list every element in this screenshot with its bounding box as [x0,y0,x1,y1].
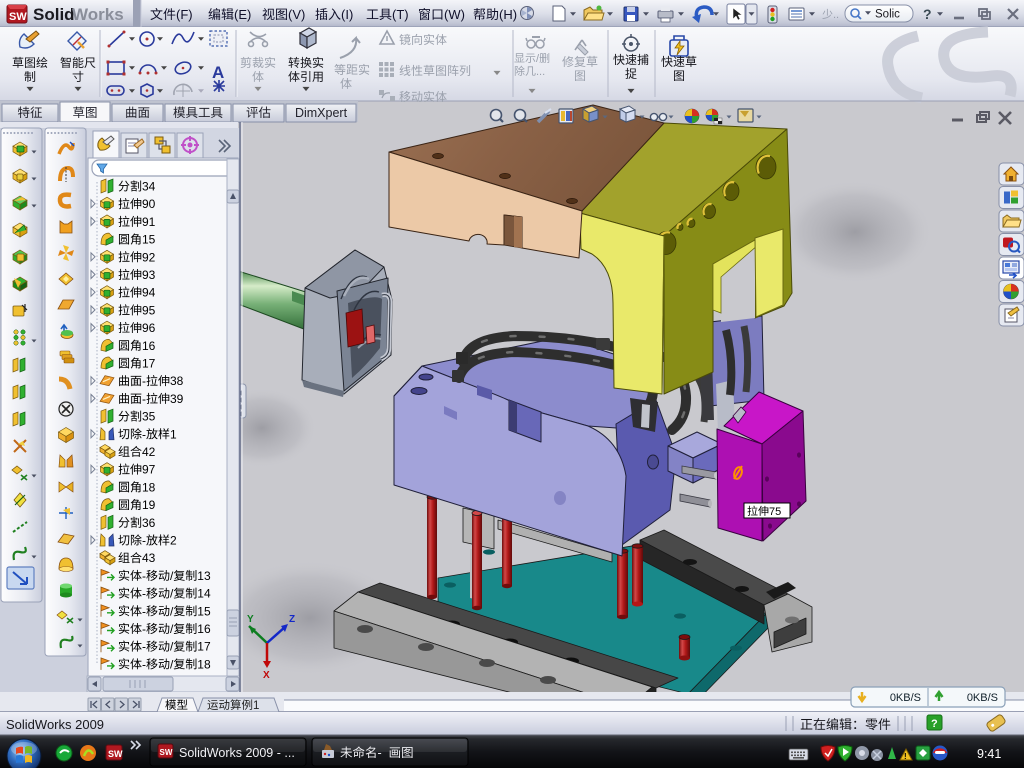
svg-text:90: 90 [142,197,156,211]
svg-text:-: - [142,374,146,388]
svg-text:43: 43 [142,551,156,565]
svg-text:97: 97 [142,463,156,477]
svg-text:96: 96 [142,321,156,335]
svg-text:15: 15 [197,604,211,618]
svg-text:SolidWorks 2009 - ...: SolidWorks 2009 - ... [179,746,295,760]
svg-text:38: 38 [170,374,184,388]
svg-text:92: 92 [142,250,156,264]
svg-text:-: - [142,640,146,654]
svg-text:Works: Works [72,5,124,24]
svg-text:-: - [378,746,382,760]
svg-text:(W): (W) [444,7,465,22]
svg-text:19: 19 [142,498,156,512]
svg-text:17: 17 [142,357,156,371]
svg-text:?: ? [923,6,932,22]
svg-text:34: 34 [142,180,156,194]
svg-text:(H): (H) [499,7,517,22]
svg-text:39: 39 [170,392,184,406]
svg-text:75: 75 [769,506,781,518]
svg-text:91: 91 [142,215,156,229]
svg-text:!: ! [904,752,907,761]
svg-text:(I): (I) [341,7,353,22]
svg-text:-: - [142,657,146,671]
svg-text:9:41: 9:41 [977,747,1001,761]
svg-text:95: 95 [142,303,156,317]
svg-text:Solic: Solic [875,9,900,21]
svg-text:0KB/S: 0KB/S [890,692,921,704]
svg-text:93: 93 [142,268,156,282]
svg-text:?: ? [931,718,938,730]
svg-text:(F): (F) [176,7,193,22]
svg-text:94: 94 [142,286,156,300]
svg-text:SW: SW [160,748,173,757]
svg-text:-: - [142,587,146,601]
svg-text:-: - [142,427,146,441]
svg-text:1: 1 [170,427,177,441]
svg-text:18: 18 [197,657,211,671]
svg-text:-: - [142,569,146,583]
svg-text:SolidWorks 2009: SolidWorks 2009 [6,717,104,732]
svg-text:14: 14 [197,587,211,601]
svg-text:...: ... [536,66,545,78]
svg-text:13: 13 [197,569,211,583]
svg-text:18: 18 [142,480,156,494]
svg-text:0KB/S: 0KB/S [967,692,998,704]
svg-text:Z: Z [289,614,295,625]
svg-text:SW: SW [108,749,123,759]
svg-text:-: - [142,392,146,406]
svg-text:SW: SW [9,11,27,23]
svg-text:2: 2 [170,534,177,548]
svg-text:X: X [263,670,270,681]
svg-text:1: 1 [253,700,259,712]
svg-text:42: 42 [142,445,156,459]
svg-text:-: - [142,534,146,548]
svg-text:A: A [212,63,224,82]
svg-text:-: - [142,622,146,636]
svg-text:(V): (V) [288,7,305,22]
svg-text:16: 16 [197,622,211,636]
svg-text:35: 35 [142,410,156,424]
svg-text:16: 16 [142,339,156,353]
svg-text:DimXpert: DimXpert [295,106,348,120]
svg-text:(E): (E) [234,7,251,22]
svg-text:Y: Y [247,614,254,625]
svg-text:Solid: Solid [33,5,75,24]
svg-text:36: 36 [142,516,156,530]
svg-text:17: 17 [197,640,211,654]
svg-text:15: 15 [142,233,156,247]
svg-text:-: - [142,604,146,618]
svg-text:(T): (T) [392,7,409,22]
svg-text:少..: 少.. [822,8,839,21]
